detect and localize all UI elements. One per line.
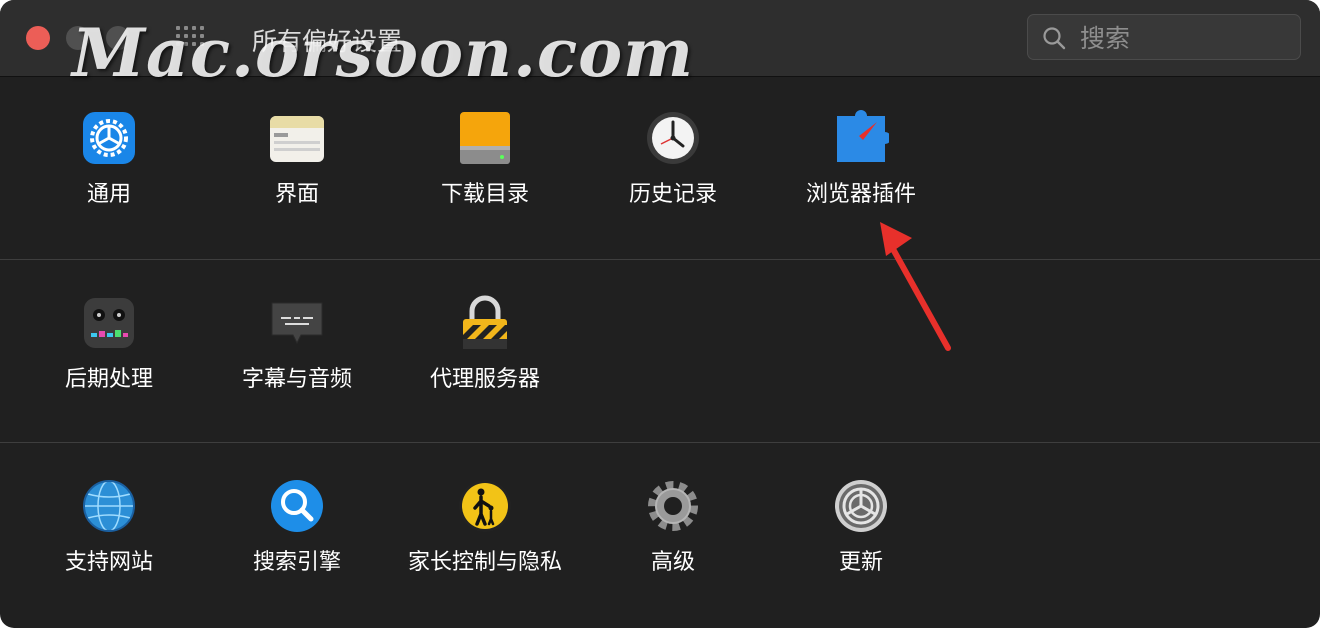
pref-label: 下载目录 — [440, 182, 529, 207]
advanced-gear-icon — [648, 481, 698, 531]
pref-label: 家长控制与隐私 — [407, 550, 562, 575]
subtitles-audio-bubble-icon — [271, 302, 323, 345]
search-field[interactable] — [1027, 14, 1301, 60]
support-globe-icon — [83, 480, 135, 532]
pref-label: 支持网站 — [64, 550, 153, 575]
preferences-window: 所有偏好设置 Mac.orsoon.com 通用 — [0, 0, 1320, 628]
pref-update[interactable]: 更新 — [771, 478, 951, 598]
close-button[interactable] — [26, 26, 50, 50]
pref-post-processing[interactable]: 后期处理 — [19, 295, 199, 415]
watermark: Mac.orsoon.com — [72, 14, 694, 92]
pref-subtitles-audio[interactable]: 字幕与音频 — [207, 295, 387, 415]
pref-general[interactable]: 通用 — [19, 110, 199, 230]
pref-proxy[interactable]: 代理服务器 — [395, 295, 575, 415]
pref-label: 界面 — [274, 182, 319, 207]
general-gear-icon — [83, 112, 135, 164]
history-clock-icon — [647, 112, 699, 164]
row-divider — [0, 259, 1320, 260]
pref-downloads[interactable]: 下载目录 — [395, 110, 575, 230]
downloads-drive-icon — [460, 112, 510, 164]
pref-label: 历史记录 — [628, 182, 717, 207]
pref-parental-controls[interactable]: 家长控制与隐私 — [395, 478, 575, 598]
pref-label: 高级 — [650, 550, 695, 575]
row-divider — [0, 442, 1320, 443]
pref-support-website[interactable]: 支持网站 — [19, 478, 199, 598]
annotation-arrow-icon — [880, 222, 951, 351]
pref-history[interactable]: 历史记录 — [583, 110, 763, 230]
pref-interface[interactable]: 界面 — [207, 110, 387, 230]
magnifier-icon — [1043, 27, 1066, 50]
post-processing-mixer-icon — [84, 298, 134, 348]
search-engine-icon — [271, 480, 323, 532]
interface-window-icon — [270, 116, 324, 162]
proxy-lock-icon — [463, 295, 507, 349]
pref-label: 浏览器插件 — [805, 182, 916, 207]
title-bar: 所有偏好设置 Mac.orsoon.com — [0, 0, 1320, 92]
pref-label: 搜索引擎 — [252, 550, 341, 575]
pref-label: 更新 — [838, 550, 883, 575]
pref-label: 通用 — [86, 182, 131, 207]
update-icon — [835, 480, 887, 532]
pref-advanced[interactable]: 高级 — [583, 478, 763, 598]
pref-search-engine[interactable]: 搜索引擎 — [207, 478, 387, 598]
pref-label: 后期处理 — [64, 367, 153, 392]
pref-label: 代理服务器 — [429, 367, 540, 392]
browser-extension-compass-icon — [837, 110, 889, 162]
search-input[interactable] — [1078, 21, 1292, 55]
pref-label: 字幕与音频 — [241, 367, 352, 392]
parental-controls-icon — [459, 480, 511, 532]
